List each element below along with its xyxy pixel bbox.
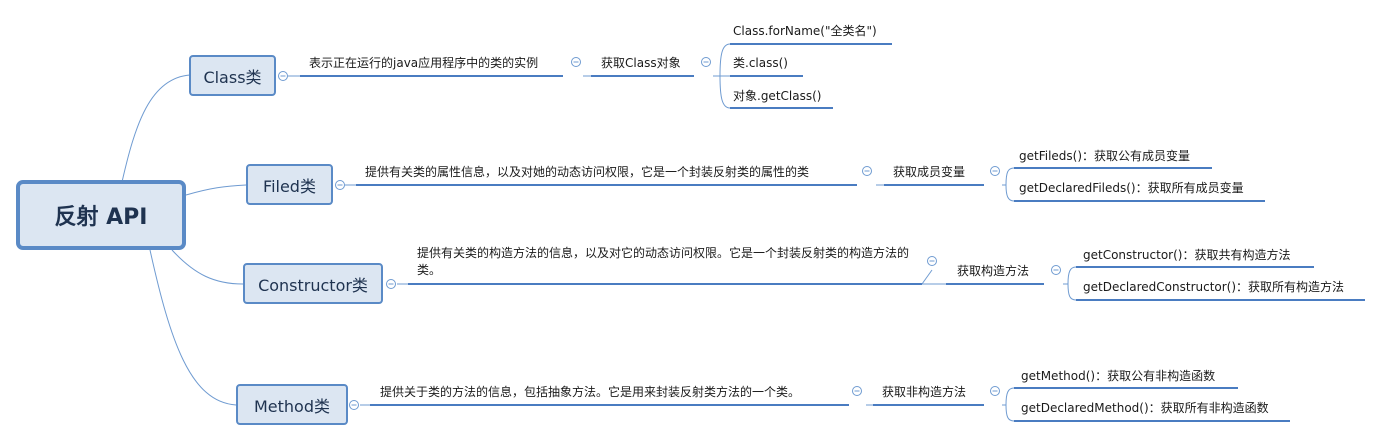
filed-item-getfileds[interactable]: getFileds()：获取公有成员变量	[1019, 148, 1190, 164]
collapse-toggle-class-action[interactable]	[701, 57, 711, 67]
class-description[interactable]: 表示正在运行的java应用程序中的类的实例	[309, 55, 538, 71]
category-node-class[interactable]: Class类	[189, 55, 276, 96]
class-action[interactable]: 获取Class对象	[601, 55, 681, 71]
constructor-action[interactable]: 获取构造方法	[957, 263, 1029, 279]
collapse-toggle-constructor-description[interactable]	[927, 256, 937, 266]
filed-description[interactable]: 提供有关类的属性信息，以及对她的动态访问权限，它是一个封装反射类的属性的类	[365, 164, 809, 180]
constructor-item-getdeclaredconstructor[interactable]: getDeclaredConstructor()：获取所有构造方法	[1083, 279, 1344, 295]
method-description[interactable]: 提供关于类的方法的信息，包括抽象方法。它是用来封装反射类方法的一个类。	[380, 384, 800, 400]
method-action[interactable]: 获取非构造方法	[882, 384, 966, 400]
constructor-description[interactable]: 提供有关类的构造方法的信息，以及对它的动态访问权限。它是一个封装反射类的构造方法…	[417, 245, 912, 279]
filed-action[interactable]: 获取成员变量	[893, 164, 965, 180]
class-item-dot-class[interactable]: 类.class()	[733, 55, 788, 71]
collapse-toggles	[278, 57, 1061, 410]
filed-item-getdeclaredfileds[interactable]: getDeclaredFileds()：获取所有成员变量	[1019, 180, 1244, 196]
collapse-toggle-filed[interactable]	[335, 180, 345, 190]
method-item-getdeclaredmethod[interactable]: getDeclaredMethod()：获取所有非构造函数	[1021, 400, 1269, 416]
method-item-getmethod[interactable]: getMethod()：获取公有非构造函数	[1021, 368, 1215, 384]
collapse-toggle-method[interactable]	[349, 400, 359, 410]
root-connector-filed	[185, 184, 247, 196]
collapse-toggle-filed-description[interactable]	[862, 166, 872, 176]
category-node-method[interactable]: Method类	[236, 384, 348, 425]
collapse-toggle-method-description[interactable]	[852, 386, 862, 396]
root-connector-method	[149, 249, 237, 406]
constructor-item-getconstructor[interactable]: getConstructor()：获取共有构造方法	[1083, 247, 1290, 263]
category-node-filed[interactable]: Filed类	[246, 164, 333, 205]
category-node-constructor[interactable]: Constructor类	[243, 263, 383, 304]
collapse-toggle-filed-action[interactable]	[990, 166, 1000, 176]
root-node[interactable]: 反射 API	[16, 180, 186, 250]
collapse-toggle-constructor[interactable]	[386, 279, 396, 289]
class-item-getclass[interactable]: 对象.getClass()	[733, 88, 821, 104]
root-connector-class	[121, 74, 191, 183]
collapse-toggle-class[interactable]	[278, 71, 288, 81]
collapse-toggle-method-action[interactable]	[990, 386, 1000, 396]
collapse-toggle-constructor-action[interactable]	[1051, 265, 1061, 275]
collapse-toggle-class-description[interactable]	[571, 57, 581, 67]
class-item-forname[interactable]: Class.forName("全类名")	[733, 23, 877, 39]
root-connector-constructor	[171, 249, 244, 285]
